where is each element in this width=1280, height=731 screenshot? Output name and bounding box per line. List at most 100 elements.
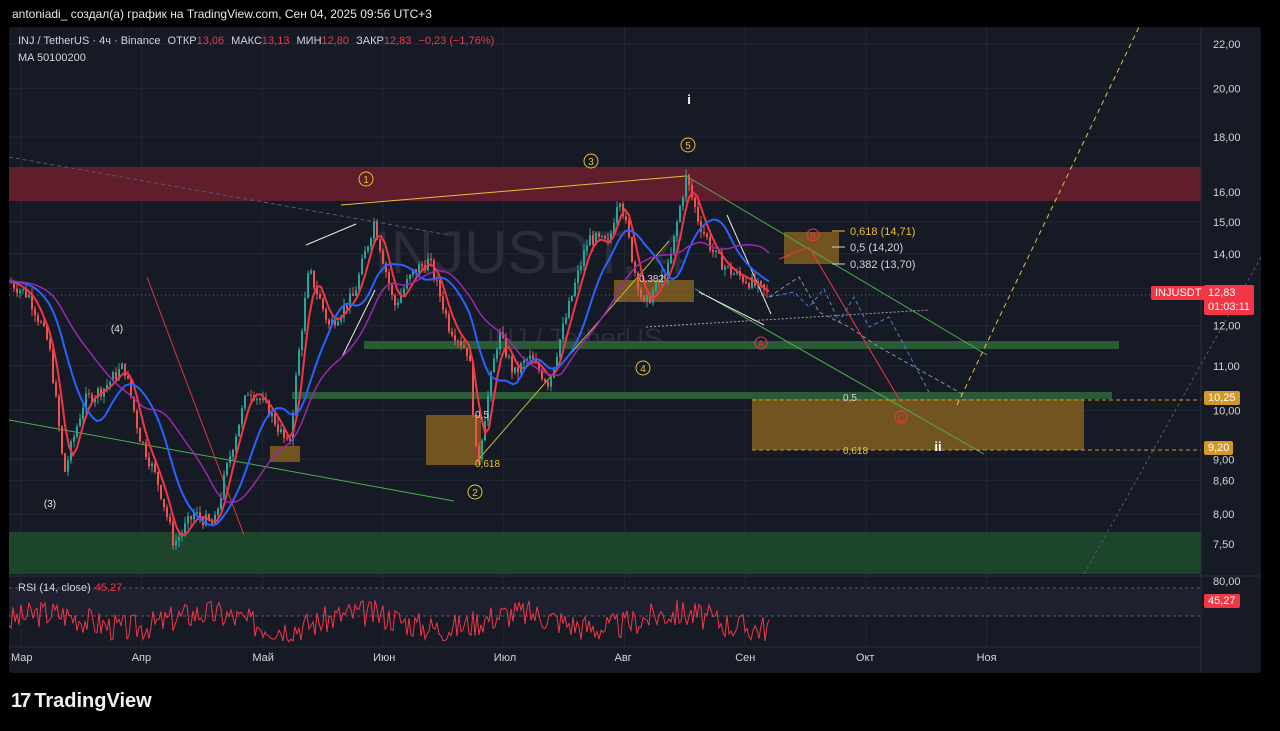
- candle-body: [295, 375, 297, 413]
- time-tick-6: Сен: [735, 652, 755, 664]
- last-price-tag: 12,83 01:03:11: [1204, 285, 1255, 315]
- candle-body: [457, 340, 459, 342]
- legend-rsi-value: 45,27: [94, 582, 123, 594]
- candle-body: [742, 276, 744, 282]
- candle-body: [727, 266, 729, 268]
- candle-body: [562, 323, 564, 340]
- candle-body: [154, 463, 156, 473]
- candle-body: [304, 297, 306, 331]
- candle-body: [223, 474, 225, 498]
- price-tick-4: 15,00: [1213, 217, 1241, 229]
- candle-body: [298, 349, 300, 376]
- target-zone[interactable]: [752, 399, 1084, 450]
- wave-p4-label[interactable]: (4): [111, 324, 123, 335]
- wave-minor-i-label[interactable]: i: [687, 92, 691, 107]
- svg-text:1: 1: [363, 175, 369, 186]
- tradingview-logo[interactable]: 17 TradingView: [11, 690, 152, 713]
- svg-text:A: A: [758, 339, 764, 349]
- candle-body: [391, 284, 393, 296]
- candle-body: [172, 522, 174, 546]
- candle-body: [34, 309, 36, 316]
- fib-0618-label: 0,618 (14,71): [850, 226, 915, 238]
- candle-body: [481, 440, 483, 460]
- candle-body: [748, 283, 750, 288]
- candle-body: [289, 438, 291, 441]
- candle-body: [277, 424, 279, 433]
- svg-text:2: 2: [472, 488, 478, 499]
- resistance-zone[interactable]: [9, 167, 1201, 201]
- candle-body: [523, 360, 525, 364]
- candle-body: [184, 523, 186, 533]
- legend-main[interactable]: INJ / TetherUS · 4ч · Binance ОТКР13,06 …: [18, 35, 498, 47]
- legend-rsi-name[interactable]: RSI (14, close): [18, 582, 91, 594]
- wave-minor-ii-label[interactable]: ii: [934, 439, 941, 454]
- candle-body: [388, 272, 390, 285]
- candle-body: [628, 220, 630, 238]
- candle-body: [190, 516, 192, 520]
- candle-body: [529, 355, 531, 360]
- chart-panel[interactable]: INJUSDT, 4 INJ / TetherUS 1 2 3 4 5 A B …: [9, 27, 1261, 673]
- price-tick-0: 22,00: [1213, 39, 1241, 51]
- candle-body: [373, 221, 375, 239]
- wave-p3-label[interactable]: (3): [44, 499, 56, 510]
- chart-frame: antoniadi_ создал(а) график на TradingVi…: [0, 0, 1280, 731]
- fib-zone-wave2[interactable]: [426, 415, 481, 465]
- candle-body: [679, 206, 681, 222]
- candle-body: [259, 398, 261, 401]
- time-axis[interactable]: Мар Апр Май Июн Июл Авг Сен Окт Ноя: [11, 652, 997, 664]
- legend-ma[interactable]: MA 50100200: [18, 52, 86, 64]
- candle-body: [148, 457, 150, 467]
- last-symbol-tag: INJUSDT: [1151, 286, 1206, 300]
- price-tick-2: 18,00: [1213, 132, 1241, 144]
- wave-2-label[interactable]: 2: [467, 484, 483, 500]
- candle-body: [64, 453, 66, 472]
- candle-body: [187, 516, 189, 524]
- candle-body: [313, 270, 315, 288]
- candle-body: [598, 233, 600, 237]
- candle-body: [217, 508, 219, 515]
- candle-body: [226, 463, 228, 475]
- candle-body: [724, 266, 726, 270]
- candle-body: [364, 251, 366, 259]
- candle-body: [439, 279, 441, 297]
- candle-body: [403, 288, 405, 295]
- candle-body: [454, 335, 456, 341]
- time-tick-1: Апр: [132, 652, 151, 664]
- candle-body: [760, 280, 762, 285]
- candle-body: [706, 233, 708, 238]
- candle-body: [286, 437, 288, 439]
- price-chart-canvas[interactable]: INJUSDT, 4 INJ / TetherUS 1 2 3 4 5 A B …: [9, 27, 1261, 673]
- candle-body: [565, 317, 567, 324]
- candle-body: [355, 290, 357, 296]
- candle-body: [121, 363, 123, 370]
- wave-3-label[interactable]: 3: [583, 153, 599, 169]
- support-line-lower[interactable]: [292, 392, 1112, 399]
- candle-body: [409, 274, 411, 280]
- candle-body: [514, 367, 516, 373]
- candle-body: [49, 339, 51, 350]
- fib-zone-small[interactable]: [270, 446, 300, 462]
- legend-high-label: МАКС: [231, 35, 262, 47]
- candle-body: [367, 246, 369, 252]
- candle-body: [145, 442, 147, 458]
- candle-body: [586, 245, 588, 251]
- candle-body: [142, 441, 144, 443]
- candle-body: [745, 281, 747, 284]
- legend-symbol[interactable]: INJ / TetherUS · 4ч · Binance: [18, 35, 160, 47]
- candle-body: [307, 273, 309, 298]
- wave-5-label[interactable]: 5: [680, 137, 696, 153]
- candle-body: [151, 463, 153, 467]
- candle-body: [511, 356, 513, 373]
- legend-rsi[interactable]: RSI (14, close) 45,27: [18, 582, 126, 594]
- support-zone[interactable]: [9, 532, 1201, 574]
- candle-body: [493, 358, 495, 373]
- candle-body: [571, 295, 573, 301]
- candle-body: [448, 314, 450, 332]
- price-tick-7: 12,00: [1213, 321, 1241, 333]
- candle-body: [703, 231, 705, 234]
- candle-body: [13, 282, 15, 289]
- wave-4-label[interactable]: 4: [635, 360, 651, 376]
- candle-body: [715, 250, 717, 253]
- candle-body: [76, 426, 78, 437]
- candle-body: [583, 250, 585, 267]
